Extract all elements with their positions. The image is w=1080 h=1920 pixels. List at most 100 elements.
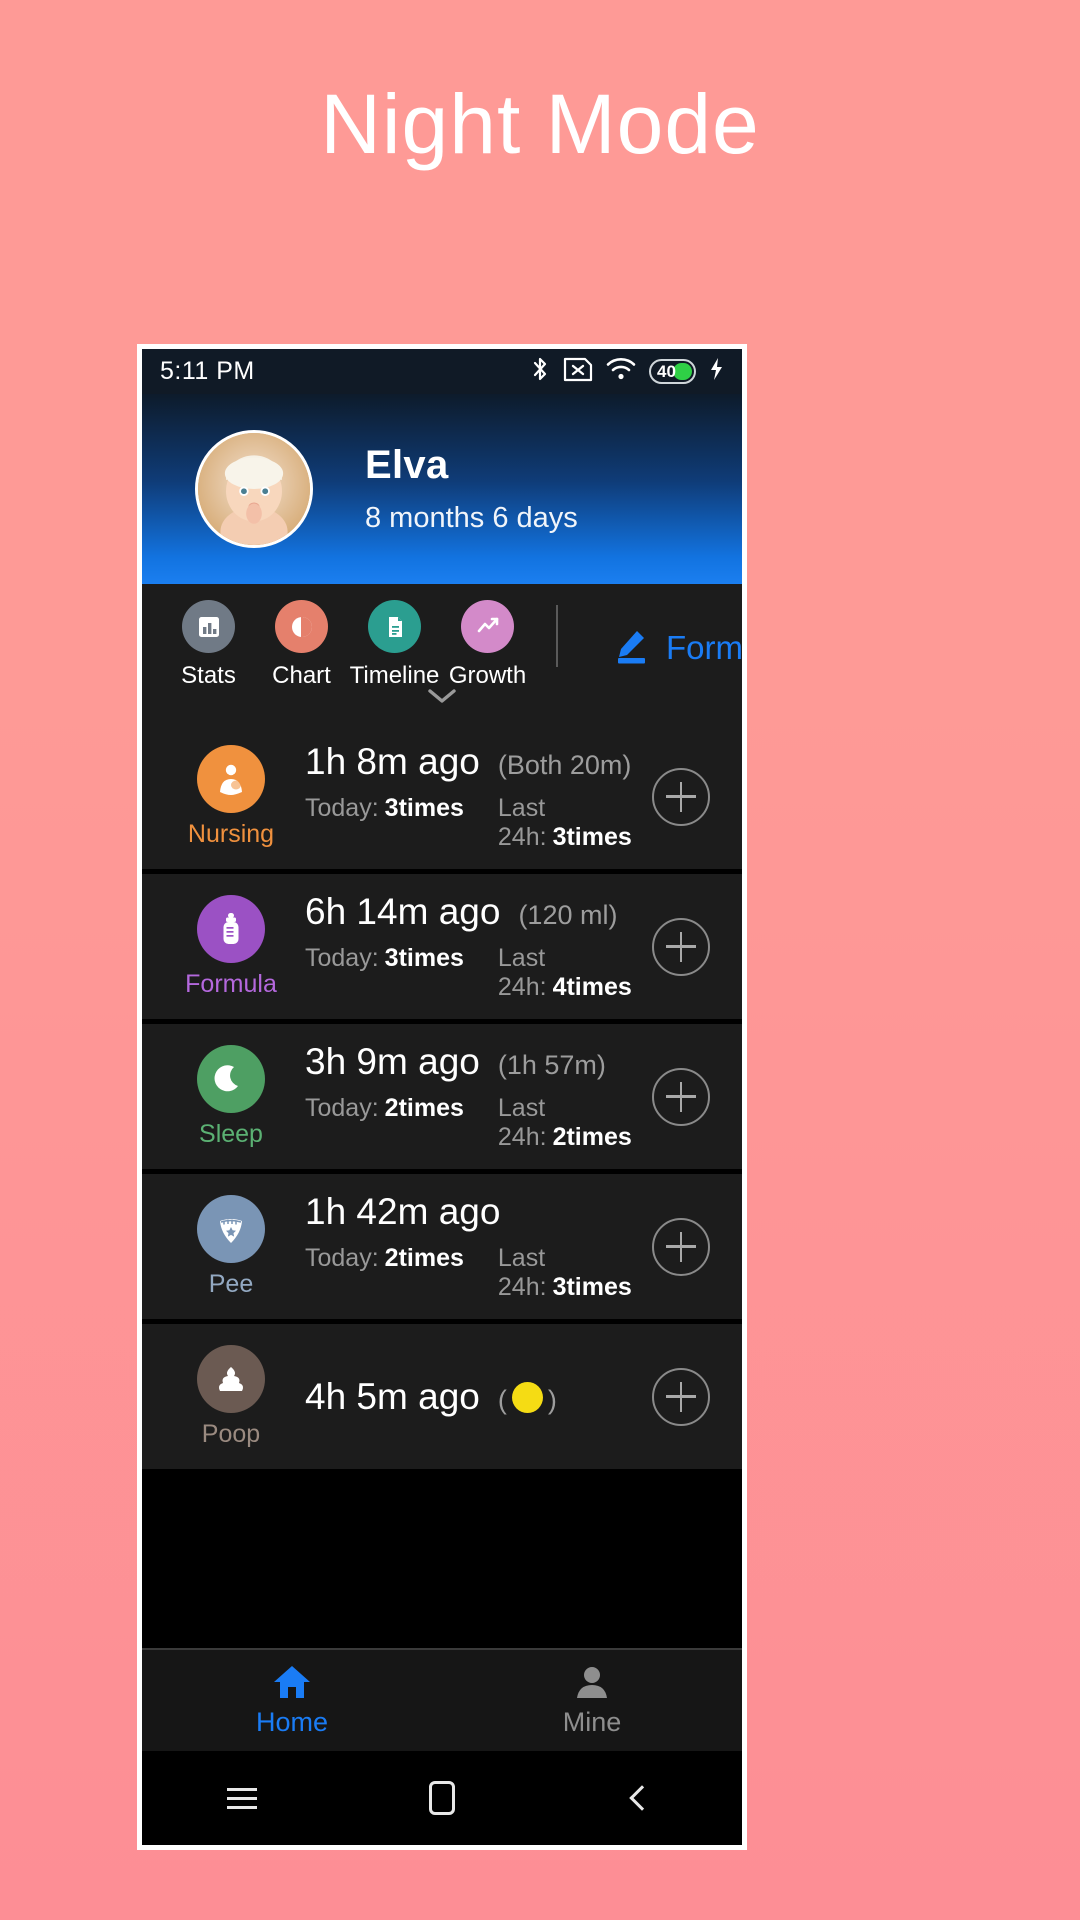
row-time-ago: 6h 14m ago xyxy=(305,891,501,932)
nav-label-stats: Stats xyxy=(181,662,236,689)
today-value: 3times xyxy=(384,944,464,972)
last24-label: Last 24h: xyxy=(497,1094,547,1151)
today-label: Today: xyxy=(305,944,379,972)
row-body: 3h 9m ago (1h 57m) Today: 2times Last 24h… xyxy=(305,1041,652,1152)
wifi-icon xyxy=(606,357,636,386)
row-body: 6h 14m ago (120 ml) Today: 3times Last 24… xyxy=(305,891,652,1002)
poop-color-dot xyxy=(511,1381,543,1413)
row-category: Poop xyxy=(201,1419,261,1448)
nav-divider xyxy=(556,605,558,667)
nav-label-growth: Growth xyxy=(448,662,527,689)
table-row[interactable]: Formula 6h 14m ago (120 ml) Today: 3times… xyxy=(142,874,742,1019)
row-category: Sleep xyxy=(199,1119,263,1148)
pencil-edit-icon xyxy=(610,626,650,671)
table-row[interactable]: Nursing 1h 8m ago (Both 20m) Today: 3time… xyxy=(142,724,742,869)
bluetooth-icon xyxy=(530,356,550,388)
plus-circle-icon[interactable] xyxy=(652,1217,710,1276)
status-bar: 5:11 PM 40 xyxy=(142,349,742,394)
row-body: 1h 42m ago Today: 2times Last 24h: 3times xyxy=(305,1191,652,1302)
profile-text: Elva 8 months 6 days xyxy=(365,443,578,535)
plus-circle-icon[interactable] xyxy=(652,1067,710,1126)
tab-home[interactable]: Home xyxy=(142,1650,442,1751)
sim-off-icon xyxy=(563,357,593,387)
table-row[interactable]: Sleep 3h 9m ago (1h 57m) Today: 2times La… xyxy=(142,1024,742,1169)
activity-list: Nursing 1h 8m ago (Both 20m) Today: 3time… xyxy=(142,724,742,1648)
page-title: Night Mode xyxy=(320,77,760,171)
today-value: 2times xyxy=(384,1094,464,1122)
row-category: Pee xyxy=(208,1269,254,1298)
last24-label: Last 24h: xyxy=(497,794,547,851)
expand-collapse-button[interactable] xyxy=(142,688,742,710)
row-time-ago: 1h 8m ago xyxy=(305,741,480,782)
bar-chart-icon xyxy=(182,600,235,653)
quick-nav-row: Stats Chart Timeline Growth Form xyxy=(142,584,742,724)
baby-avatar-image xyxy=(198,433,310,545)
battery-icon: 40 xyxy=(649,359,696,384)
form-button[interactable]: Form xyxy=(610,606,742,690)
today-label: Today: xyxy=(305,794,379,822)
back-button[interactable] xyxy=(542,1785,742,1811)
row-icon-column: Formula xyxy=(172,894,290,999)
row-icon-column: Sleep xyxy=(172,1044,290,1149)
bottom-tab-bar: Home Mine xyxy=(142,1648,742,1751)
pie-chart-icon xyxy=(275,600,328,653)
poop-icon xyxy=(197,1344,265,1413)
today-label: Today: xyxy=(305,1244,379,1272)
last24-value: 2times xyxy=(552,1123,632,1151)
row-body: 1h 8m ago (Both 20m) Today: 3times Last 2… xyxy=(305,741,652,852)
row-detail: (120 ml) xyxy=(518,900,618,930)
plus-circle-icon[interactable] xyxy=(652,917,710,976)
row-detail: (Both 20m) xyxy=(497,750,632,780)
row-icon-column: Nursing xyxy=(172,744,290,849)
quick-nav-items: Stats Chart Timeline Growth Form xyxy=(142,600,742,690)
recents-menu-icon xyxy=(227,1782,257,1815)
table-row[interactable]: Pee 1h 42m ago Today: 2times Last 24h: 3ti… xyxy=(142,1174,742,1319)
last24-label: Last 24h: xyxy=(497,944,547,1001)
row-detail-color: () xyxy=(498,1381,557,1416)
nav-item-stats[interactable]: Stats xyxy=(162,600,255,690)
nav-item-timeline[interactable]: Timeline xyxy=(348,600,441,690)
baby-age: 8 months 6 days xyxy=(365,502,578,534)
baby-name: Elva xyxy=(365,443,449,487)
system-back-icon xyxy=(629,1785,655,1811)
row-detail: (1h 57m) xyxy=(497,1050,606,1080)
home-icon xyxy=(271,1663,313,1701)
table-row[interactable]: Poop 4h 5m ago () xyxy=(142,1324,742,1469)
diaper-icon xyxy=(197,1194,265,1263)
row-time-ago: 4h 5m ago xyxy=(305,1375,480,1417)
home-button[interactable] xyxy=(342,1781,542,1815)
nav-item-chart[interactable]: Chart xyxy=(255,600,348,690)
trend-line-icon xyxy=(461,600,514,653)
battery-level: 40 xyxy=(657,362,676,381)
row-category: Formula xyxy=(185,969,277,998)
today-label: Today: xyxy=(305,1094,379,1122)
last24-value: 4times xyxy=(552,973,632,1001)
tab-mine-label: Mine xyxy=(562,1707,622,1737)
person-icon xyxy=(573,1663,611,1701)
tab-home-label: Home xyxy=(255,1707,329,1737)
system-home-icon xyxy=(429,1781,455,1815)
today-value: 2times xyxy=(384,1244,464,1272)
row-icon-column: Pee xyxy=(172,1194,290,1299)
last24-value: 3times xyxy=(552,1273,632,1301)
chevron-down-icon xyxy=(427,688,457,710)
profile-header[interactable]: Elva 8 months 6 days xyxy=(142,394,742,584)
nav-item-growth[interactable]: Growth xyxy=(441,600,534,690)
status-icon-group: 40 xyxy=(530,356,724,388)
last24-label: Last 24h: xyxy=(497,1244,547,1301)
plus-circle-icon[interactable] xyxy=(652,767,710,826)
tab-mine[interactable]: Mine xyxy=(442,1650,742,1751)
bottle-icon xyxy=(197,894,265,963)
status-time: 5:11 PM xyxy=(160,357,255,385)
moon-icon xyxy=(197,1044,265,1113)
row-category: Nursing xyxy=(187,819,275,848)
nav-label-chart: Chart xyxy=(272,662,331,689)
plus-circle-icon[interactable] xyxy=(652,1367,710,1426)
last24-value: 3times xyxy=(552,823,632,851)
nursing-icon xyxy=(197,744,265,813)
phone-frame: 5:11 PM 40 Elva 8 months 6 days Stats Ch… xyxy=(137,344,747,1850)
recents-button[interactable] xyxy=(142,1782,342,1815)
row-time-ago: 1h 42m ago xyxy=(305,1191,501,1232)
today-value: 3times xyxy=(384,794,464,822)
avatar[interactable] xyxy=(195,430,313,548)
